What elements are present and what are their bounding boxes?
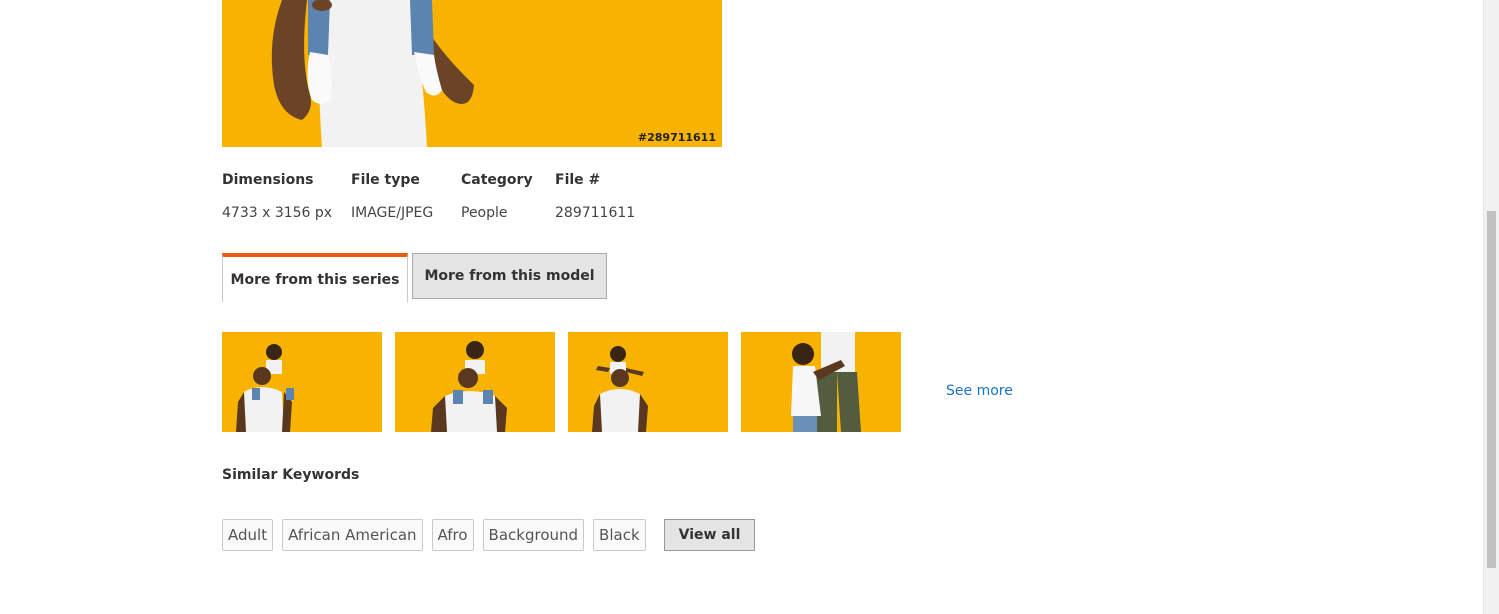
file-details: Dimensions 4733 x 3156 px File type IMAG… [222, 172, 655, 221]
thumbnail-illustration [791, 332, 861, 432]
detail-category: Category People [461, 172, 555, 221]
detail-value: IMAGE/JPEG [351, 205, 434, 221]
detail-value: 289711611 [555, 205, 636, 221]
keyword-tag[interactable]: African American [282, 519, 423, 551]
detail-file-type: File type IMAGE/JPEG [351, 172, 461, 221]
keyword-tag[interactable]: Afro [431, 519, 474, 551]
detail-value: 4733 x 3156 px [222, 205, 333, 221]
thumbnail[interactable] [568, 332, 728, 432]
photo-illustration [271, 0, 474, 147]
thumbnail[interactable] [741, 332, 901, 432]
thumbnail[interactable] [222, 332, 382, 432]
detail-dimensions: Dimensions 4733 x 3156 px [222, 172, 351, 221]
scrollbar-thumb[interactable] [1487, 211, 1496, 568]
similar-keywords-title: Similar Keywords [222, 467, 360, 483]
page: #289711611 Dimensions 4733 x 3156 px Fil… [0, 0, 1499, 614]
thumbnail[interactable] [395, 332, 555, 432]
detail-label: Category [461, 172, 533, 188]
series-thumbnails [222, 332, 914, 432]
tab-more-from-model[interactable]: More from this model [412, 253, 607, 299]
vertical-scrollbar[interactable] [1483, 0, 1499, 614]
image-id-label: #289711611 [637, 131, 716, 144]
thumbnail-illustration [236, 344, 294, 432]
thumbnail-illustration [592, 346, 648, 432]
thumbnail-illustration [431, 341, 507, 432]
detail-file-number: File # 289711611 [555, 172, 655, 221]
see-more-link[interactable]: See more [946, 383, 1013, 399]
keyword-tag[interactable]: Black [593, 519, 646, 551]
tab-more-from-series[interactable]: More from this series [222, 253, 408, 302]
detail-label: Dimensions [222, 172, 314, 188]
view-all-keywords-button[interactable]: View all [663, 519, 756, 551]
keyword-tag[interactable]: Background [482, 519, 585, 551]
detail-value[interactable]: People [461, 205, 555, 221]
related-tabs: More from this series More from this mod… [222, 253, 607, 302]
keyword-list: Adult African American Afro Background B… [222, 519, 756, 551]
main-photo[interactable]: #289711611 [222, 0, 722, 147]
detail-label: File type [351, 172, 420, 188]
keyword-tag[interactable]: Adult [222, 519, 274, 551]
detail-label: File # [555, 172, 601, 188]
